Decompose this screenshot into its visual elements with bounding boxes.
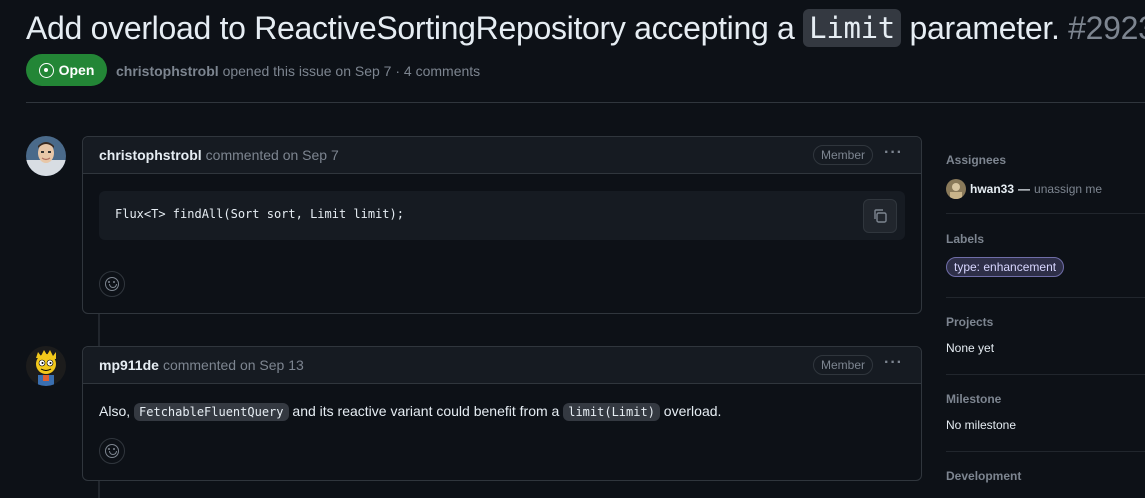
issue-title-text: Add overload to ReactiveSortingRepositor…: [26, 10, 804, 46]
code-snippet: Flux<T> findAll(Sort sort, Limit limit);: [115, 207, 404, 221]
sidebar-divider: [946, 451, 1145, 452]
sidebar-assignees-title[interactable]: Assignees: [946, 153, 1145, 167]
copy-button[interactable]: [863, 199, 897, 233]
comment-header: christophstrobl commented on Sep 7 Membe…: [83, 137, 921, 174]
sidebar-milestone: Milestone No milestone: [946, 392, 1145, 432]
label-enhancement[interactable]: type: enhancement: [946, 257, 1065, 277]
issue-meta: christophstrobl opened this issue on Sep…: [116, 63, 480, 79]
comment-box: christophstrobl commented on Sep 7 Membe…: [82, 136, 922, 314]
sidebar-divider: [946, 297, 1145, 298]
kebab-horizontal-icon[interactable]: ···: [884, 353, 903, 373]
assignee-name[interactable]: hwan33: [970, 182, 1014, 196]
sidebar-development-title[interactable]: Development: [946, 469, 1145, 483]
sidebar-projects-title[interactable]: Projects: [946, 315, 1145, 329]
header-divider: [26, 102, 1145, 103]
comment-text: Also,: [99, 403, 135, 419]
comment-author[interactable]: mp911de: [99, 357, 159, 373]
comment-timestamp[interactable]: commented on Sep 13: [163, 357, 304, 373]
avatar-mp911de[interactable]: [26, 346, 66, 386]
avatar-christophstrobl[interactable]: [26, 136, 66, 176]
timeline-line: [98, 314, 100, 346]
sidebar-divider: [946, 374, 1145, 375]
copy-icon: [874, 209, 887, 223]
code-block: Flux<T> findAll(Sort sort, Limit limit);: [99, 191, 905, 240]
sidebar-projects: Projects None yet: [946, 315, 1145, 355]
sidebar-milestone-title[interactable]: Milestone: [946, 392, 1145, 406]
comment-timestamp[interactable]: commented on Sep 7: [206, 147, 339, 163]
issue-state-label: Open: [58, 62, 95, 78]
issue-title-suffix: parameter.: [900, 10, 1060, 46]
inline-code: limit(Limit): [563, 403, 660, 421]
assignee-row: hwan33 — unassign me: [946, 179, 1145, 199]
issue-title-code: Limit: [803, 9, 901, 47]
issue-opened-icon: [38, 62, 54, 78]
assignee-avatar[interactable]: [946, 179, 966, 199]
sidebar-labels: Labels type: enhancement: [946, 232, 1145, 277]
comment-body: Also, FetchableFluentQuery and its react…: [99, 403, 722, 421]
milestone-value: No milestone: [946, 418, 1017, 432]
add-reaction-button[interactable]: [99, 271, 125, 297]
assignee-dash: —: [1018, 182, 1031, 196]
comment-text: and its reactive variant could benefit f…: [288, 403, 564, 419]
comment-text: overload.: [659, 403, 722, 419]
issue-title: Add overload to ReactiveSortingRepositor…: [26, 8, 1145, 48]
sidebar-divider: [946, 213, 1145, 214]
comment-box: mp911de commented on Sep 13 Member ··· A…: [82, 346, 922, 481]
comment-author[interactable]: christophstrobl: [99, 147, 202, 163]
role-badge: Member: [812, 145, 873, 165]
issue-number: #2923: [1068, 10, 1145, 46]
role-badge: Member: [812, 355, 873, 375]
comment-header: mp911de commented on Sep 13 Member ···: [83, 347, 921, 384]
sidebar-assignees: Assignees hwan33 — unassign me: [946, 153, 1145, 199]
timeline-line: [98, 481, 100, 498]
inline-code: FetchableFluentQuery: [134, 403, 289, 421]
issue-author-link[interactable]: christophstrobl: [116, 63, 219, 79]
smiley-icon: [105, 444, 119, 458]
issue-meta-text: opened this issue on Sep 7 · 4 comments: [222, 63, 481, 79]
unassign-me-link[interactable]: unassign me: [1034, 182, 1102, 196]
projects-value: None yet: [946, 341, 995, 355]
sidebar-development: Development: [946, 469, 1145, 483]
issue-state-badge: Open: [26, 54, 107, 86]
sidebar-labels-title[interactable]: Labels: [946, 232, 1145, 246]
add-reaction-button[interactable]: [99, 438, 125, 464]
smiley-icon: [105, 277, 119, 291]
kebab-horizontal-icon[interactable]: ···: [884, 143, 903, 163]
